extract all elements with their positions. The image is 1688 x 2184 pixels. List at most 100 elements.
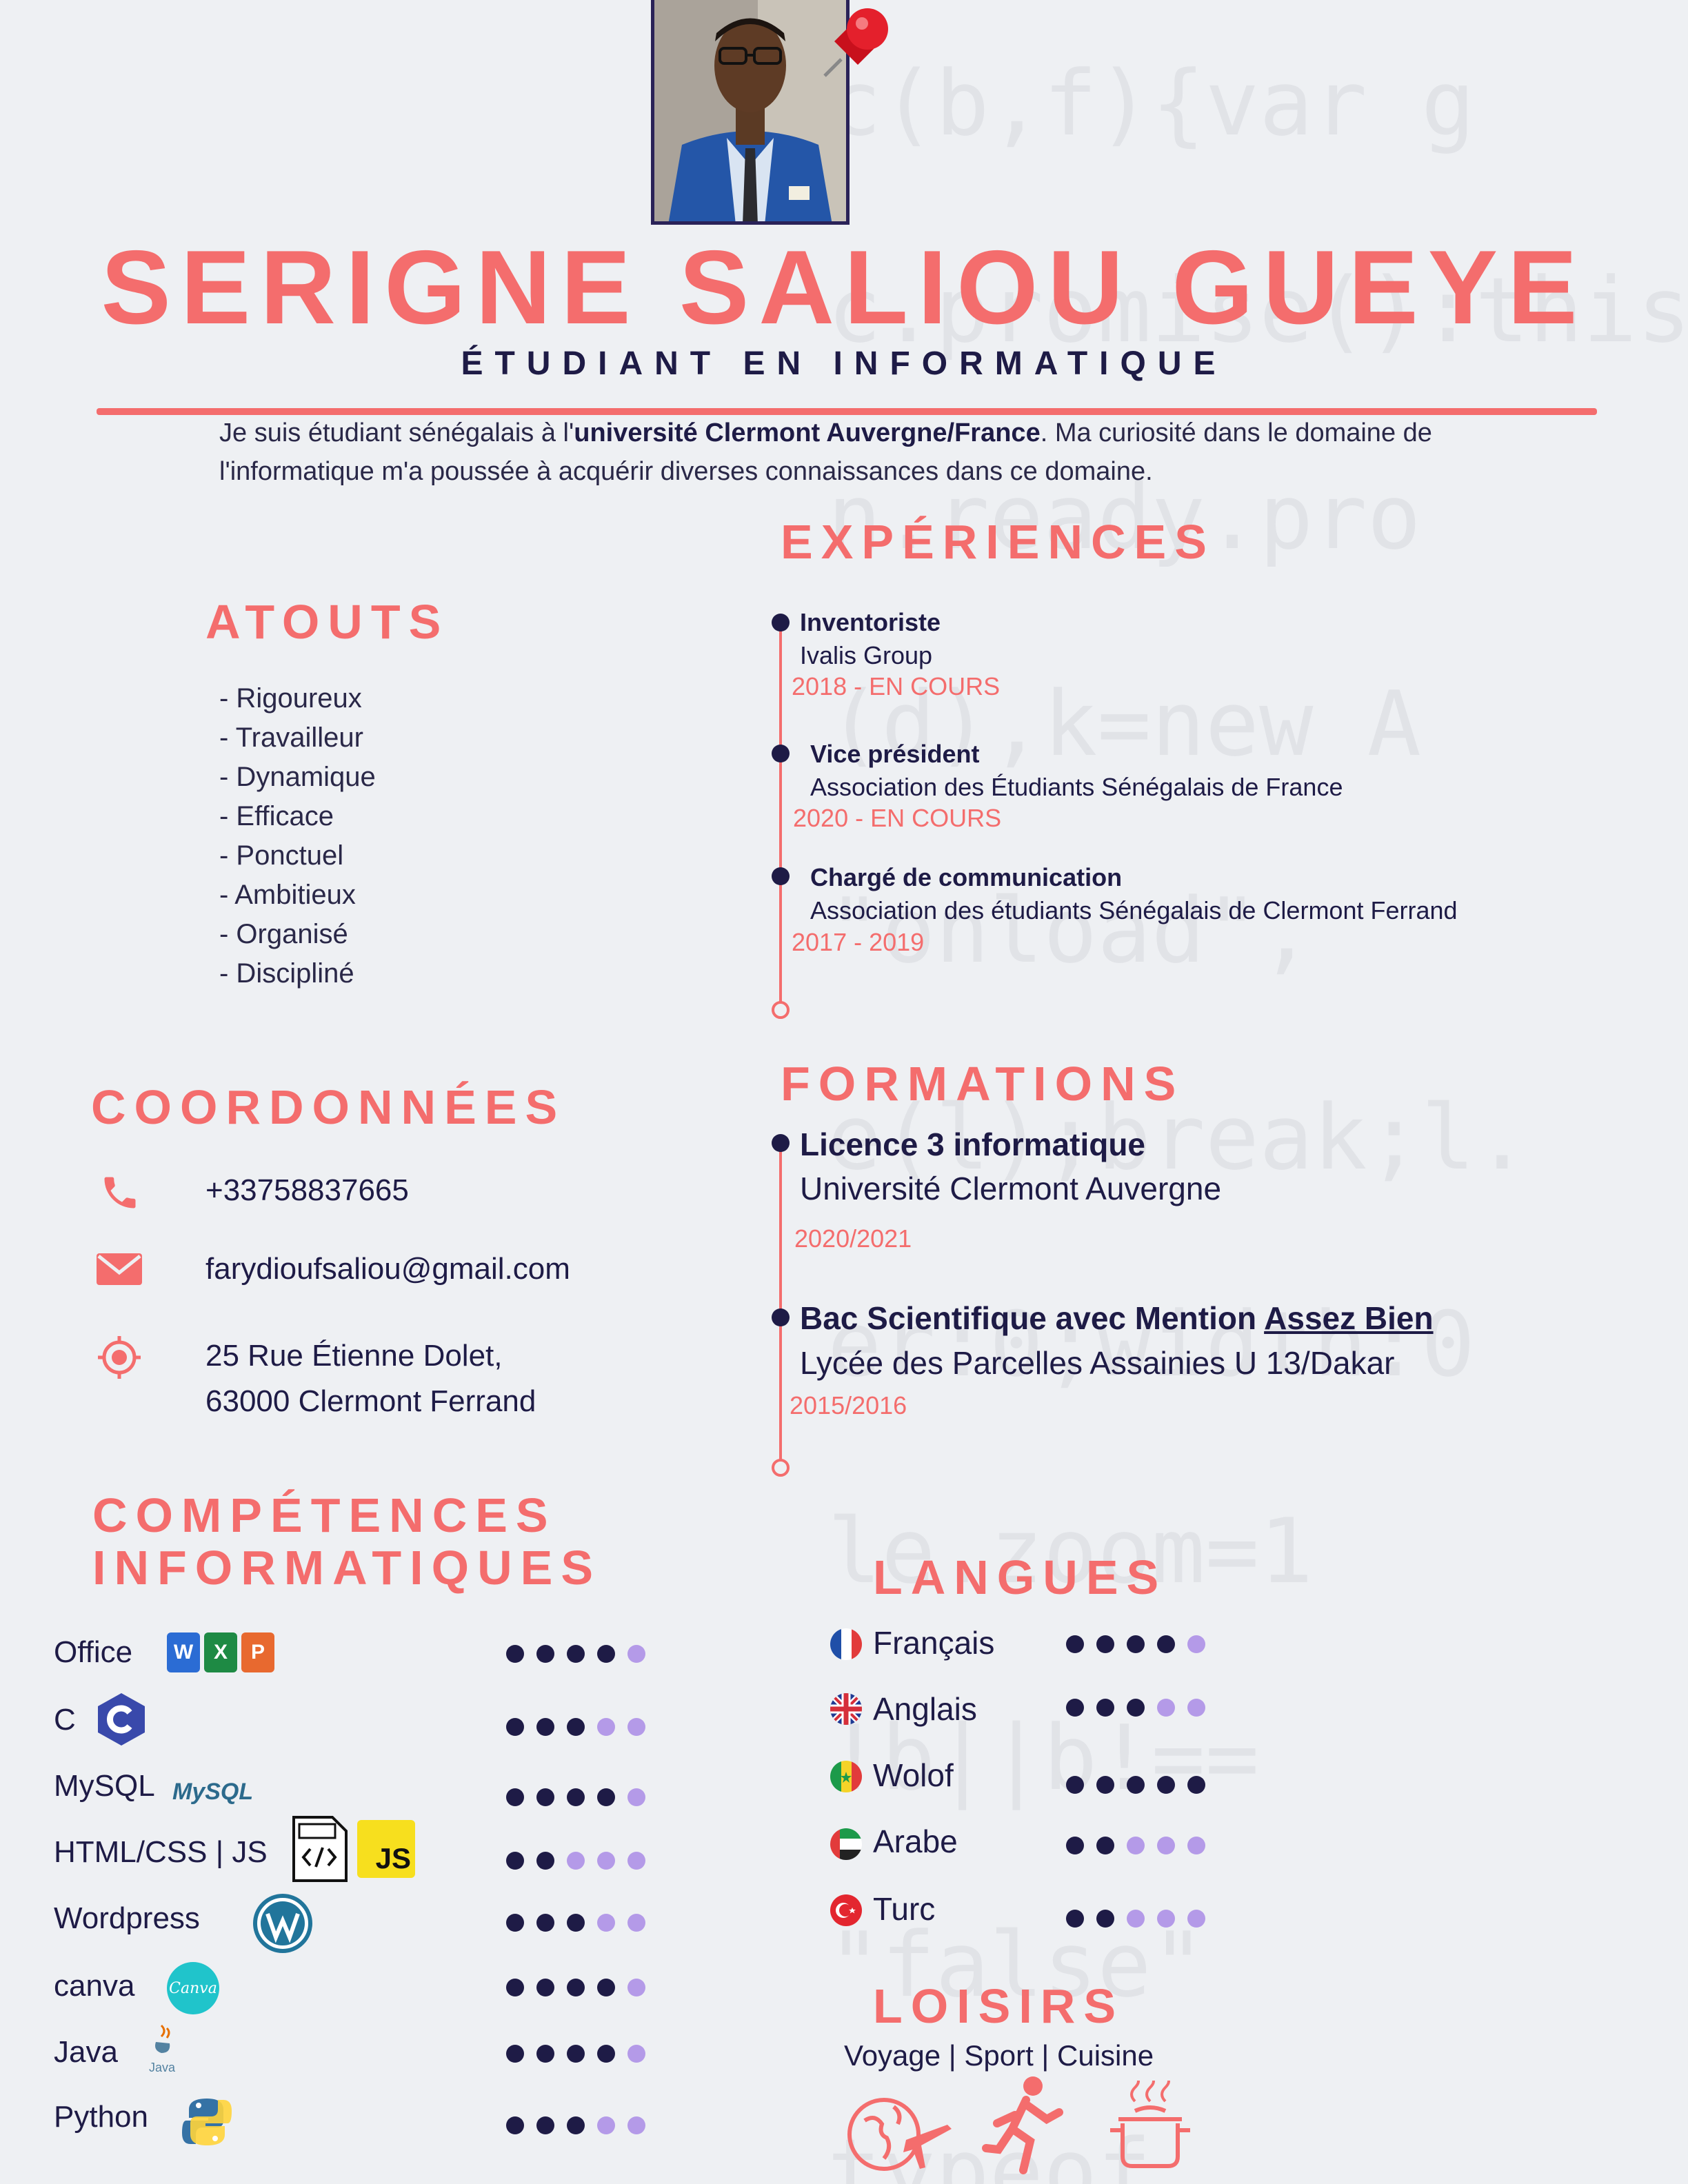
level-dot-filled bbox=[506, 1645, 524, 1663]
level-dot-filled bbox=[1066, 1776, 1084, 1794]
level-dot-filled bbox=[597, 1979, 615, 1996]
language-level bbox=[1066, 1776, 1205, 1794]
intro-paragraph: Je suis étudiant sénégalais à l'universi… bbox=[219, 418, 1432, 486]
skill-label: HTML/CSS | JS bbox=[54, 1835, 268, 1869]
level-dot-empty bbox=[597, 2116, 615, 2134]
skill-label: Office bbox=[54, 1635, 133, 1669]
level-dot-filled bbox=[506, 2116, 524, 2134]
skill-level bbox=[506, 1979, 645, 1996]
level-dot-filled bbox=[1096, 1776, 1114, 1794]
level-dot-filled bbox=[1066, 1699, 1084, 1717]
skill-label: Java bbox=[54, 2035, 118, 2069]
experience-role: Inventoriste bbox=[800, 608, 941, 636]
skill-level bbox=[506, 1718, 645, 1736]
level-dot-filled bbox=[536, 2045, 554, 2063]
atout-item: - Rigoureux bbox=[219, 683, 362, 714]
experience-date: 2020 - EN COURS bbox=[793, 804, 1002, 832]
level-dot-empty bbox=[1187, 1837, 1205, 1854]
level-dot-filled bbox=[536, 1645, 554, 1663]
level-dot-filled bbox=[1187, 1776, 1205, 1794]
atouts-heading: ATOUTS bbox=[205, 595, 450, 649]
level-dot-empty bbox=[627, 2116, 645, 2134]
level-dot-filled bbox=[536, 1852, 554, 1870]
level-dot-filled bbox=[567, 1979, 585, 1996]
formation-school: Lycée des Parcelles Assainies U 13/Dakar bbox=[800, 1345, 1395, 1381]
pushpin-icon bbox=[821, 3, 896, 79]
intro-university: université Clermont Auvergne/France bbox=[574, 418, 1041, 447]
skill-level bbox=[506, 1788, 645, 1806]
language-level bbox=[1066, 1837, 1205, 1854]
address-line2: 63000 Clermont Ferrand bbox=[205, 1384, 536, 1418]
skill-level bbox=[506, 1645, 645, 1663]
formation-date: 2015/2016 bbox=[790, 1391, 907, 1419]
language-label: Anglais bbox=[873, 1691, 977, 1727]
atout-item: - Discipliné bbox=[219, 958, 354, 989]
canva-icon: Canva bbox=[167, 1962, 219, 2014]
level-dot-filled bbox=[506, 1914, 524, 1932]
level-dot-filled bbox=[597, 1645, 615, 1663]
level-dot-empty bbox=[597, 1914, 615, 1932]
formation-date: 2020/2021 bbox=[794, 1224, 912, 1253]
level-dot-filled bbox=[1096, 1837, 1114, 1854]
level-dot-filled bbox=[1157, 1635, 1175, 1653]
timeline-dot bbox=[772, 1134, 790, 1152]
level-dot-empty bbox=[627, 1914, 645, 1932]
experience-role: Vice président bbox=[810, 740, 980, 768]
level-dot-filled bbox=[567, 1718, 585, 1736]
candidate-name: SERIGNE SALIOU GUEYE bbox=[101, 229, 1587, 346]
atout-item: - Travailleur bbox=[219, 722, 363, 753]
level-dot-empty bbox=[627, 2045, 645, 2063]
python-icon bbox=[181, 2096, 233, 2152]
level-dot-filled bbox=[1096, 1635, 1114, 1653]
level-dot-empty bbox=[1157, 1699, 1175, 1717]
level-dot-empty bbox=[627, 1645, 645, 1663]
java-icon: Java bbox=[146, 2023, 178, 2075]
phone-icon bbox=[99, 1172, 141, 1217]
formation-mention: Assez Bien bbox=[1264, 1300, 1434, 1336]
language-label: Turc bbox=[873, 1891, 936, 1927]
level-dot-filled bbox=[567, 1914, 585, 1932]
language-label: Wolof bbox=[873, 1757, 954, 1793]
formations-heading: FORMATIONS bbox=[781, 1057, 1185, 1111]
senegal-flag-icon bbox=[830, 1761, 862, 1792]
level-dot-empty bbox=[567, 1852, 585, 1870]
skill-label: Wordpress bbox=[54, 1901, 200, 1935]
competences-heading: COMPÉTENCES INFORMATIQUES bbox=[92, 1488, 602, 1595]
formation-title: Bac Scientifique avec Mention Assez Bien bbox=[800, 1300, 1434, 1336]
langues-heading: LANGUES bbox=[873, 1550, 1167, 1604]
level-dot-empty bbox=[1127, 1837, 1145, 1854]
address-line1: 25 Rue Étienne Dolet, bbox=[205, 1339, 503, 1373]
hobbies-text: Voyage | Sport | Cuisine bbox=[844, 2039, 1154, 2072]
uk-flag-icon bbox=[830, 1693, 862, 1725]
skill-label: C bbox=[54, 1703, 76, 1737]
level-dot-empty bbox=[1157, 1910, 1175, 1928]
atout-item: - Dynamique bbox=[219, 762, 376, 792]
level-dot-filled bbox=[506, 1979, 524, 1996]
cooking-pot-icon bbox=[1107, 2075, 1193, 2176]
wordpress-icon bbox=[252, 1893, 313, 1957]
level-dot-filled bbox=[1066, 1635, 1084, 1653]
level-dot-empty bbox=[597, 1852, 615, 1870]
level-dot-filled bbox=[536, 1914, 554, 1932]
skill-label: canva bbox=[54, 1969, 135, 2003]
level-dot-filled bbox=[1127, 1776, 1145, 1794]
job-title: ÉTUDIANT EN INFORMATIQUE bbox=[461, 345, 1227, 382]
atout-item: - Organisé bbox=[219, 919, 348, 949]
level-dot-filled bbox=[506, 1788, 524, 1806]
level-dot-filled bbox=[1096, 1699, 1114, 1717]
email-address[interactable]: farydioufsaliou@gmail.com bbox=[205, 1246, 570, 1292]
level-dot-filled bbox=[1066, 1910, 1084, 1928]
skill-label: MySQL bbox=[54, 1769, 155, 1803]
atout-item: - Efficace bbox=[219, 801, 334, 831]
language-level bbox=[1066, 1635, 1205, 1653]
formation-timeline bbox=[779, 1138, 782, 1462]
phone-number[interactable]: +33758837665 bbox=[205, 1168, 409, 1213]
formation-title: Licence 3 informatique bbox=[800, 1126, 1146, 1162]
uae-flag-icon bbox=[830, 1828, 862, 1860]
level-dot-filled bbox=[536, 2116, 554, 2134]
atouts-list: - Rigoureux - Travailleur - Dynamique - … bbox=[219, 679, 376, 993]
level-dot-filled bbox=[567, 2045, 585, 2063]
experiences-heading: EXPÉRIENCES bbox=[781, 515, 1215, 569]
level-dot-filled bbox=[1127, 1635, 1145, 1653]
experience-org: Association des Étudiants Sénégalais de … bbox=[810, 773, 1343, 801]
